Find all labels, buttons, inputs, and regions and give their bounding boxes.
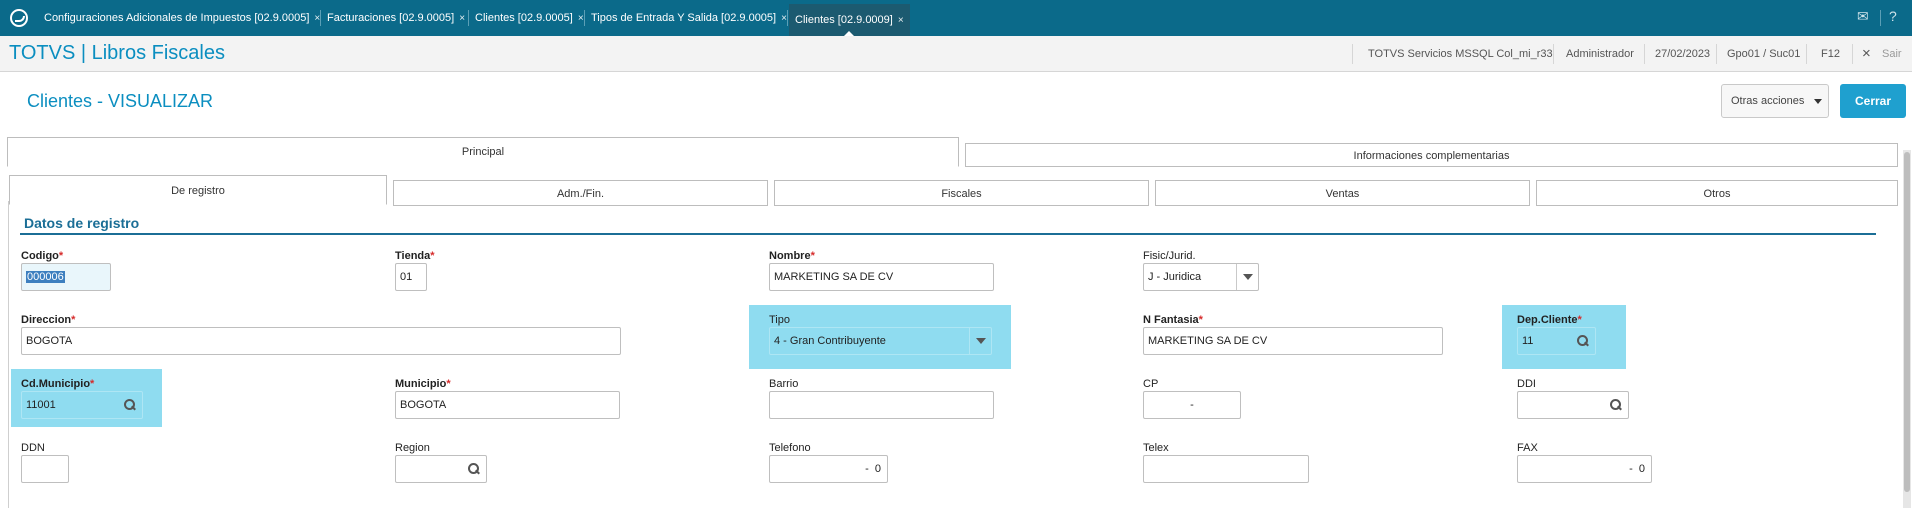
cd-municipio-label: Cd.Municipio* — [21, 378, 95, 390]
barrio-label: Barrio — [769, 378, 799, 390]
tab-informaciones-complementarias[interactable]: Informaciones complementarias — [965, 143, 1898, 167]
municipio-input[interactable]: BOGOTA — [395, 391, 620, 419]
chevron-down-icon[interactable] — [1236, 264, 1258, 290]
close-icon[interactable]: × — [459, 13, 465, 24]
dep-cliente-input[interactable]: 11 — [1517, 327, 1596, 355]
codigo-label: Codigo* — [21, 250, 64, 262]
chevron-down-icon — [1814, 99, 1822, 104]
fax-label: FAX — [1517, 442, 1538, 454]
ddn-input[interactable] — [21, 455, 69, 483]
tab-divider — [787, 10, 788, 26]
ddi-label: DDI — [1517, 378, 1536, 390]
close-button[interactable]: Cerrar — [1840, 84, 1906, 118]
tab-tipos-entrada[interactable]: Tipos de Entrada Y Salida [02.9.0005] × — [591, 6, 787, 30]
tab-label: Clientes [02.9.0009] — [795, 14, 893, 26]
header-divider — [1644, 44, 1645, 64]
tienda-input[interactable]: 01 — [395, 263, 427, 291]
server-info: TOTVS Servicios MSSQL Col_mi_r33 — [1368, 48, 1553, 60]
ddi-input[interactable] — [1517, 391, 1629, 419]
header-divider — [1553, 44, 1554, 64]
nombre-label: Nombre* — [769, 250, 815, 262]
barrio-input[interactable] — [769, 391, 994, 419]
codigo-input[interactable]: 000006 — [21, 263, 111, 291]
tab-label: Facturaciones [02.9.0005] — [327, 12, 455, 24]
header-divider — [1352, 44, 1353, 64]
n-fantasia-input[interactable]: MARKETING SA DE CV — [1143, 327, 1443, 355]
direccion-label: Direccion* — [21, 314, 76, 326]
app-header: TOTVS | Libros Fiscales TOTVS Servicios … — [0, 36, 1912, 72]
scrollbar-thumb[interactable] — [1904, 152, 1910, 492]
search-icon[interactable] — [1610, 399, 1621, 410]
date-info[interactable]: 27/02/2023 — [1655, 48, 1710, 60]
page-header: Clientes - VISUALIZAR Otras acciones Cer… — [0, 73, 1912, 129]
section-title: Datos de registro — [24, 215, 140, 231]
municipio-label: Municipio* — [395, 378, 451, 390]
branch-info[interactable]: Gpo01 / Suc01 — [1727, 48, 1800, 60]
header-divider — [1852, 44, 1853, 64]
app-tab-bar: Configuraciones Adicionales de Impuestos… — [0, 0, 1912, 37]
fisic-jurid-select[interactable]: J - Juridica — [1143, 263, 1259, 291]
search-icon[interactable] — [1577, 335, 1588, 346]
tab-label: Configuraciones Adicionales de Impuestos… — [44, 12, 310, 24]
tipo-label: Tipo — [769, 314, 790, 326]
tab-divider — [584, 10, 585, 26]
totvs-logo-icon[interactable] — [10, 9, 28, 27]
other-actions-label: Otras acciones — [1731, 95, 1805, 107]
cp-input[interactable]: - — [1143, 391, 1241, 419]
search-icon[interactable] — [468, 463, 479, 474]
tab-facturaciones[interactable]: Facturaciones [02.9.0005] × — [327, 6, 465, 30]
app-brand: TOTVS | Libros Fiscales — [9, 42, 225, 64]
header-divider — [1716, 44, 1717, 64]
direccion-input[interactable]: BOGOTA — [21, 327, 621, 355]
nombre-input[interactable]: MARKETING SA DE CV — [769, 263, 994, 291]
fisic-jurid-label: Fisic/Jurid. — [1143, 250, 1196, 262]
tab-divider — [320, 10, 321, 26]
tab-divider — [468, 10, 469, 26]
tipo-select[interactable]: 4 - Gran Contribuyente — [769, 327, 992, 355]
exit-icon[interactable]: × — [1862, 45, 1871, 62]
telefono-input[interactable]: - 0 — [769, 455, 888, 483]
telex-label: Telex — [1143, 442, 1169, 454]
exit-link[interactable]: Sair — [1882, 48, 1902, 60]
fax-input[interactable]: - 0 — [1517, 455, 1652, 483]
n-fantasia-label: N Fantasia* — [1143, 314, 1203, 326]
tab-label: Clientes [02.9.0005] — [475, 12, 573, 24]
cd-municipio-input[interactable]: 11001 — [21, 391, 143, 419]
help-icon[interactable]: ? — [1889, 8, 1897, 24]
tab-clientes-0005[interactable]: Clientes [02.9.0005] × — [475, 6, 584, 30]
section-divider — [20, 233, 1876, 235]
user-info[interactable]: Administrador — [1566, 48, 1634, 60]
shortcut-key[interactable]: F12 — [1821, 48, 1840, 60]
page-title: Clientes - VISUALIZAR — [27, 91, 214, 111]
dep-cliente-label: Dep.Cliente* — [1517, 314, 1582, 326]
cp-label: CP — [1143, 378, 1159, 390]
scrollbar[interactable] — [1903, 150, 1911, 508]
close-icon[interactable]: × — [898, 15, 904, 26]
tab-principal[interactable]: Principal — [7, 137, 959, 167]
tienda-label: Tienda* — [395, 250, 435, 262]
chevron-down-icon[interactable] — [969, 328, 991, 354]
other-actions-button[interactable]: Otras acciones — [1721, 84, 1829, 118]
tab-config-impuestos[interactable]: Configuraciones Adicionales de Impuestos… — [44, 6, 320, 30]
tab-divider — [1880, 10, 1881, 26]
search-icon[interactable] — [124, 399, 135, 410]
region-label: Region — [395, 442, 430, 454]
mail-icon[interactable]: ✉ — [1857, 8, 1869, 25]
tab-label: Tipos de Entrada Y Salida [02.9.0005] — [591, 12, 777, 24]
telefono-label: Telefono — [769, 442, 811, 454]
close-icon[interactable]: × — [578, 13, 584, 24]
tab-clientes-0009[interactable]: Clientes [02.9.0009] × — [789, 4, 910, 37]
header-divider — [1806, 44, 1807, 64]
region-input[interactable] — [395, 455, 487, 483]
telex-input[interactable] — [1143, 455, 1309, 483]
ddn-label: DDN — [21, 442, 45, 454]
